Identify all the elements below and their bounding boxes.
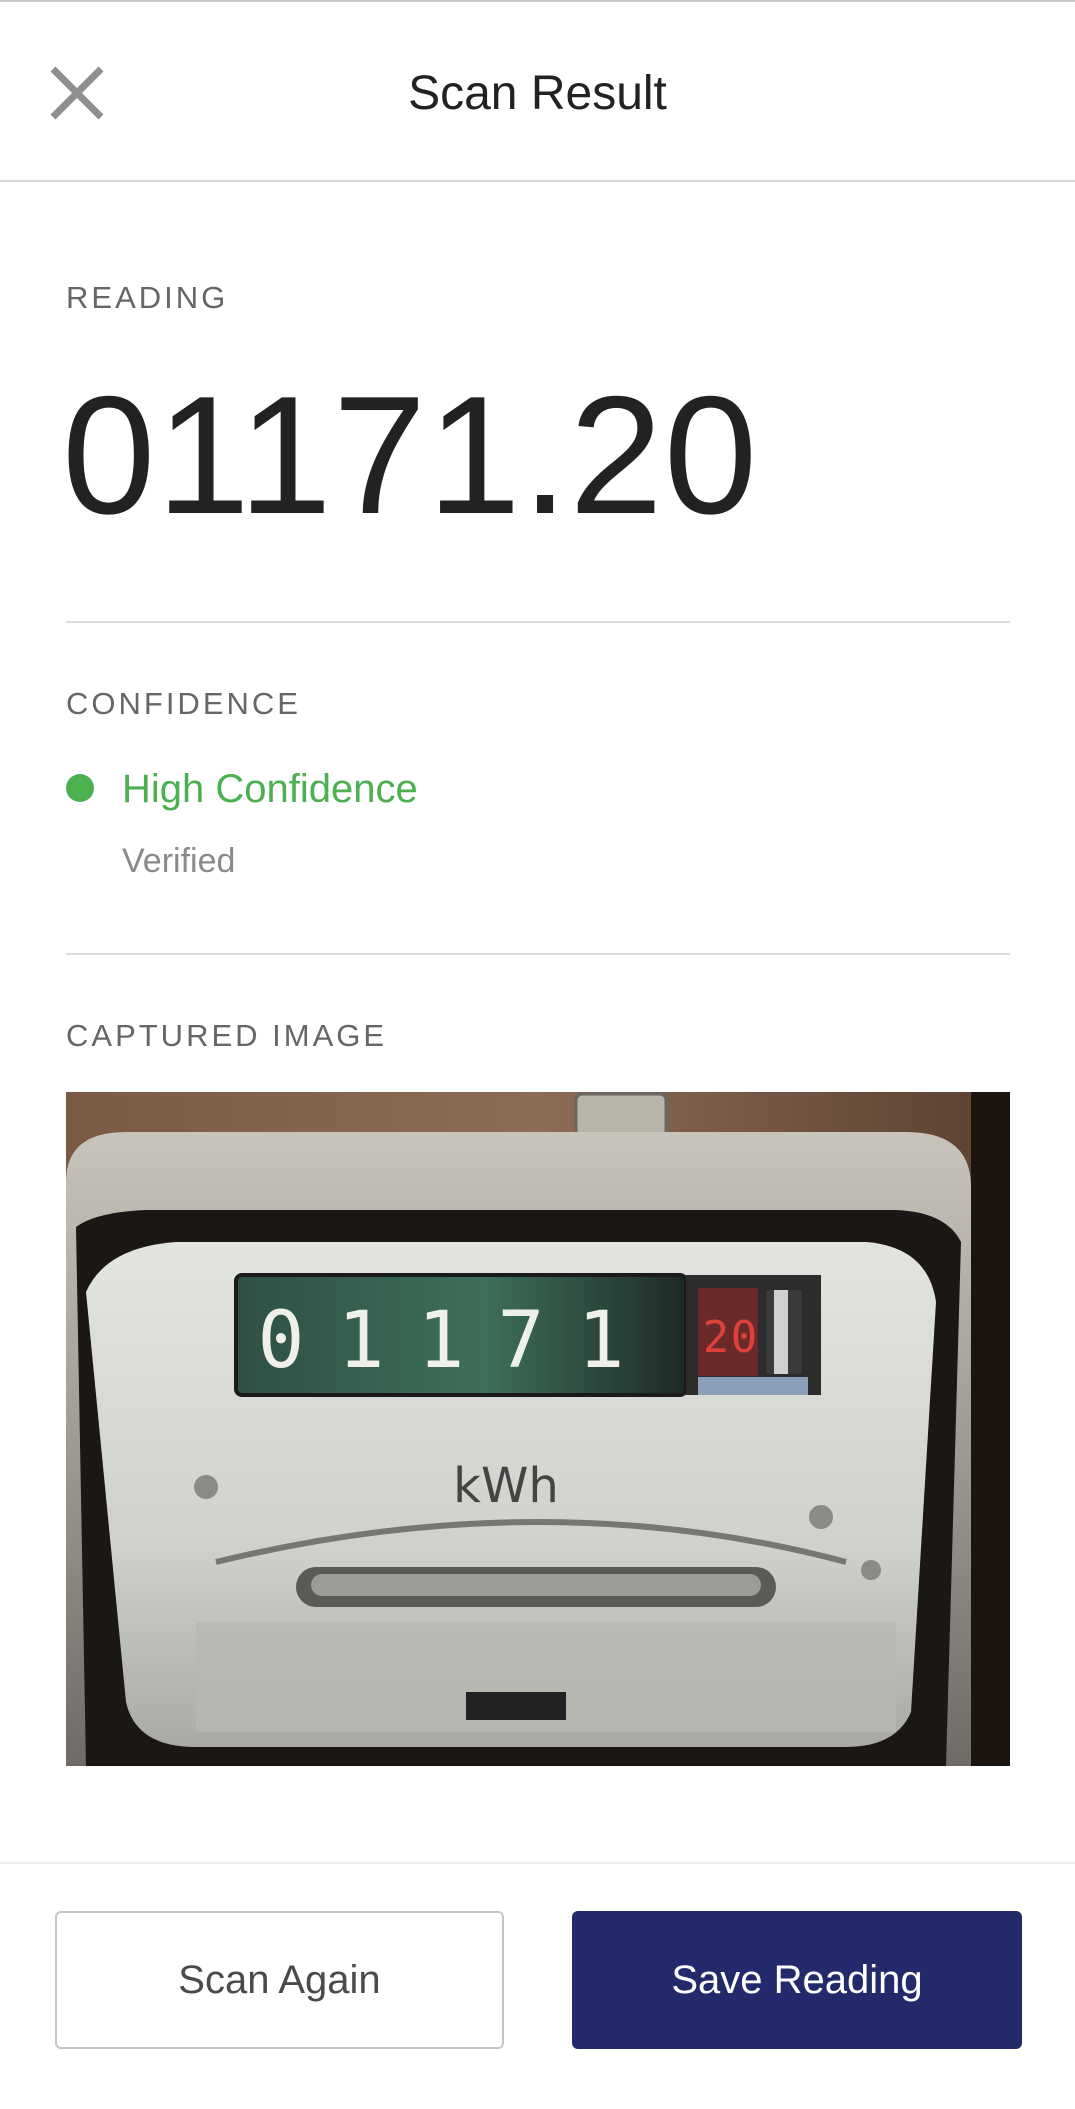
meter-unit-label: kWh <box>453 1458 559 1514</box>
divider <box>66 953 1010 955</box>
meter-digit: 7 <box>498 1296 545 1386</box>
meter-decimal-digit: 2 <box>703 1312 730 1363</box>
reading-label: READING <box>66 280 229 315</box>
reading-value: 01171.20 <box>62 361 759 549</box>
meter-digit: 1 <box>338 1296 385 1386</box>
confidence-level: High Confidence <box>122 767 418 811</box>
confidence-status-text: Verified <box>122 842 236 880</box>
divider <box>66 621 1010 623</box>
meter-decimal-digit: 0 <box>731 1312 758 1363</box>
meter-digit: 0 <box>258 1296 305 1386</box>
save-reading-button[interactable]: Save Reading <box>572 1911 1022 2049</box>
meter-digit: 1 <box>418 1296 465 1386</box>
confidence-label: CONFIDENCE <box>66 686 301 721</box>
meter-digit: 1 <box>578 1296 625 1386</box>
header-bar: Scan Result <box>0 2 1075 182</box>
captured-meter-image: 0 1 1 7 1 2 0 kWh <box>66 1092 1010 1766</box>
meter-photo: 0 1 1 7 1 2 0 kWh <box>66 1092 1010 1766</box>
page-title: Scan Result <box>408 67 667 120</box>
confidence-status-dot <box>66 774 94 802</box>
scan-again-button[interactable]: Scan Again <box>55 1911 504 2049</box>
captured-image-label: CAPTURED IMAGE <box>66 1018 388 1053</box>
